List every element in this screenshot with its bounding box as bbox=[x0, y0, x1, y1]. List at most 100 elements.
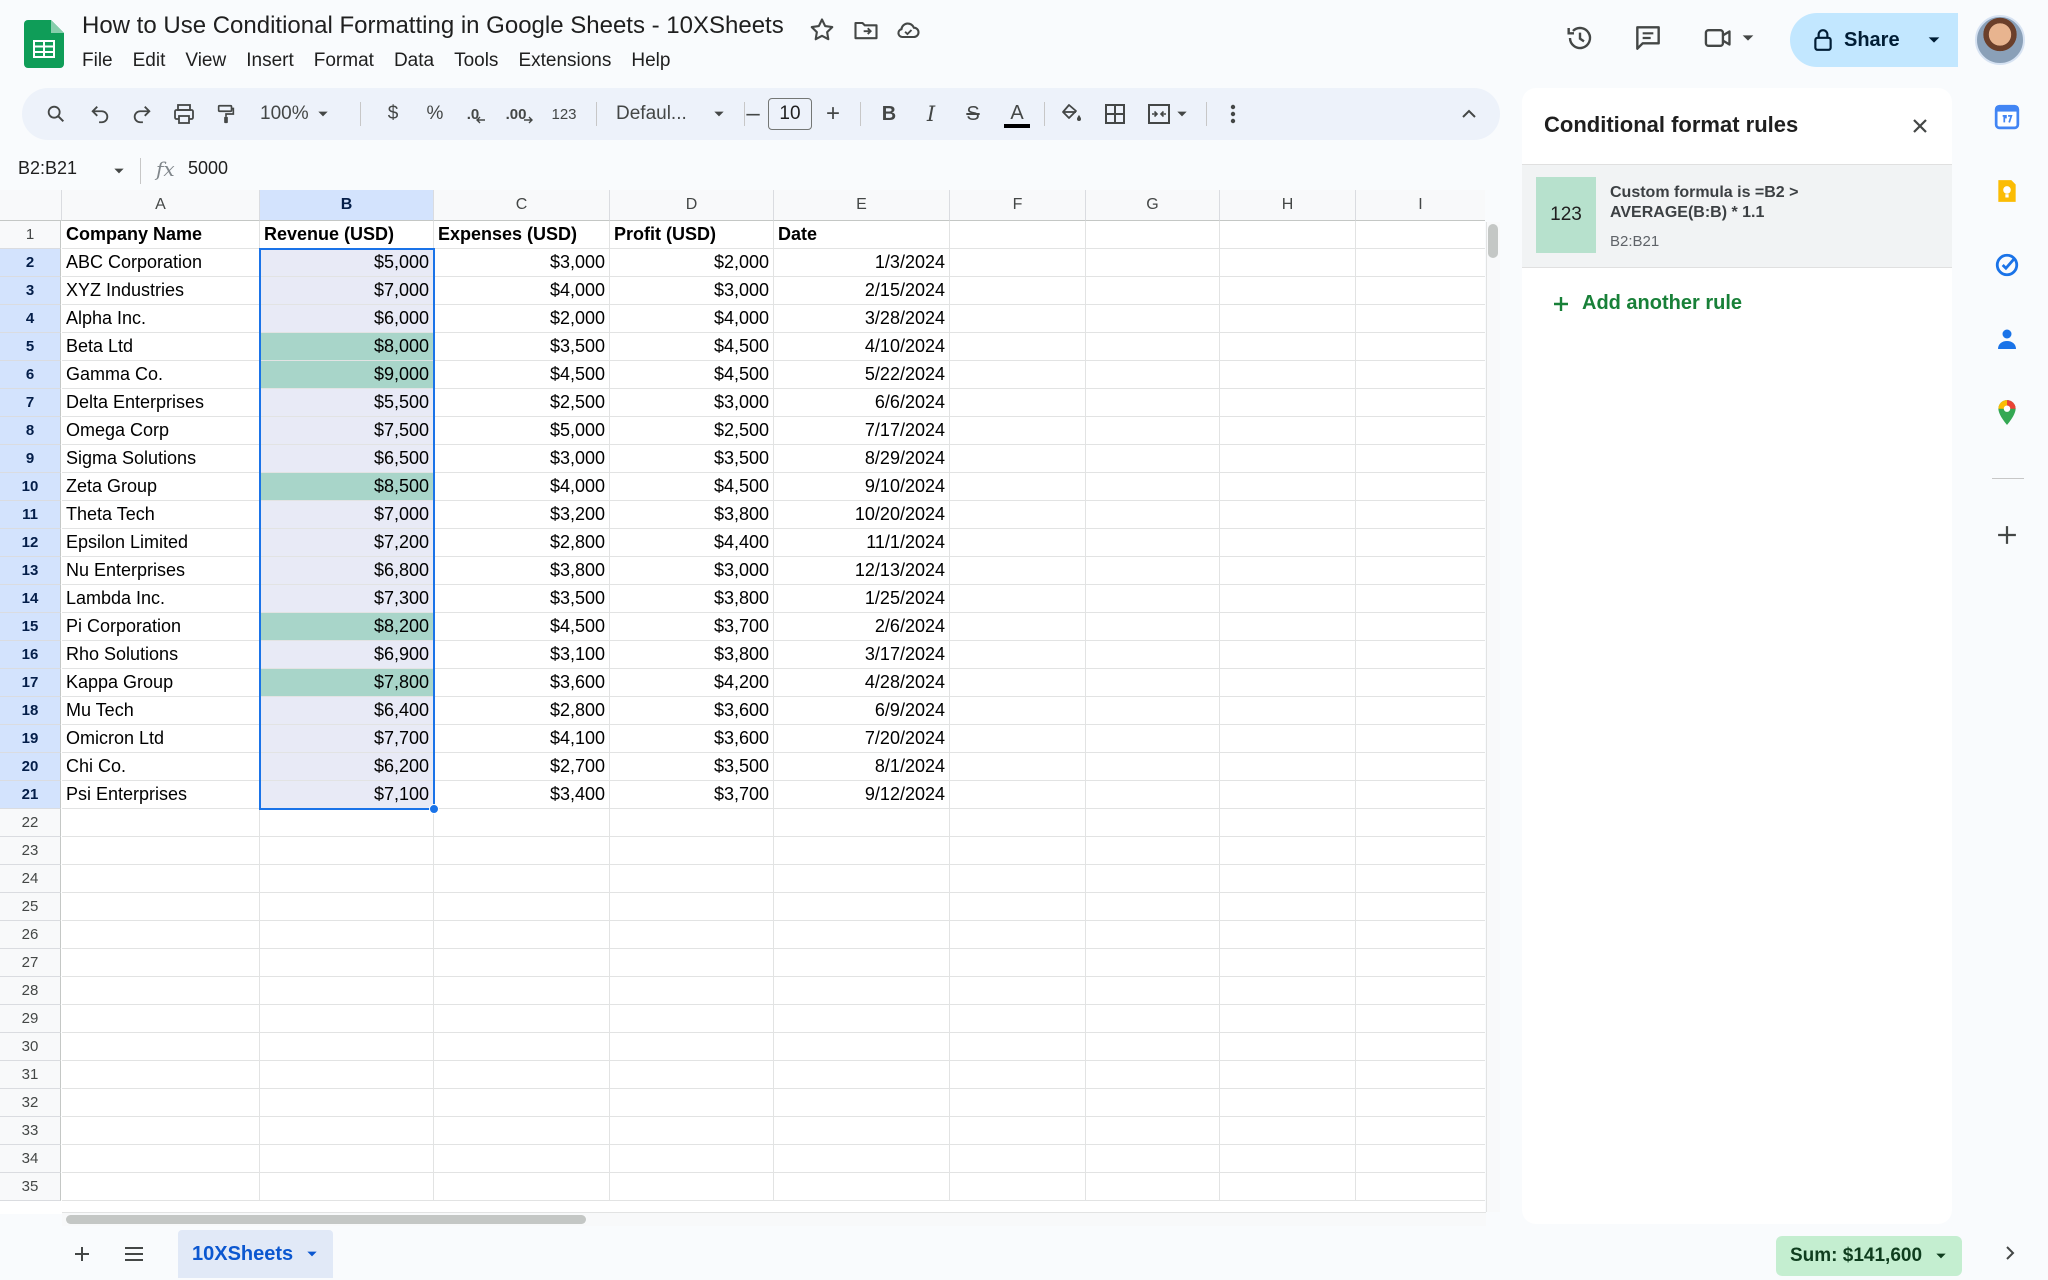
strikethrough-button[interactable]: S bbox=[958, 88, 988, 140]
row-header[interactable]: 33 bbox=[0, 1117, 61, 1145]
empty-cell[interactable] bbox=[62, 865, 260, 893]
decrease-decimal-button[interactable]: .0 bbox=[460, 88, 494, 140]
row-header[interactable]: 4 bbox=[0, 305, 61, 333]
header-cell[interactable]: Revenue (USD) bbox=[260, 221, 434, 249]
empty-cell[interactable] bbox=[950, 221, 1086, 249]
font-size-input[interactable]: 10 bbox=[768, 98, 812, 130]
calendar-app-button[interactable] bbox=[1992, 102, 2022, 132]
empty-cell[interactable] bbox=[260, 837, 434, 865]
empty-cell[interactable] bbox=[62, 1145, 260, 1173]
table-cell[interactable]: 5/22/2024 bbox=[774, 361, 950, 389]
header-cell[interactable]: Expenses (USD) bbox=[434, 221, 610, 249]
empty-cell[interactable] bbox=[434, 893, 610, 921]
table-cell[interactable]: $2,000 bbox=[610, 249, 774, 277]
empty-cell[interactable] bbox=[950, 837, 1086, 865]
sheet-tab-10xsheets[interactable]: 10XSheets bbox=[178, 1230, 334, 1278]
table-cell[interactable]: 12/13/2024 bbox=[774, 557, 950, 585]
spreadsheet-grid[interactable]: A B C D E F G H I 1 Company Name Revenue (USD) Expen… bbox=[0, 190, 1485, 1214]
empty-cell[interactable] bbox=[1356, 361, 1485, 389]
empty-cell[interactable] bbox=[1356, 1173, 1485, 1201]
table-cell[interactable]: $4,000 bbox=[434, 473, 610, 501]
add-sheet-button[interactable] bbox=[68, 1240, 96, 1268]
empty-cell[interactable] bbox=[260, 1089, 434, 1117]
empty-cell[interactable] bbox=[1356, 1117, 1485, 1145]
column-header-a[interactable]: A bbox=[62, 190, 260, 221]
empty-cell[interactable] bbox=[434, 921, 610, 949]
empty-cell[interactable] bbox=[1220, 1061, 1356, 1089]
empty-cell[interactable] bbox=[774, 837, 950, 865]
row-header[interactable]: 18 bbox=[0, 697, 61, 725]
empty-cell[interactable] bbox=[434, 809, 610, 837]
table-cell[interactable]: Psi Enterprises bbox=[62, 781, 260, 809]
empty-cell[interactable] bbox=[950, 641, 1086, 669]
hide-menus-button[interactable] bbox=[1454, 88, 1484, 140]
empty-cell[interactable] bbox=[1356, 921, 1485, 949]
empty-cell[interactable] bbox=[1220, 1089, 1356, 1117]
table-cell[interactable]: $3,000 bbox=[610, 557, 774, 585]
empty-cell[interactable] bbox=[1220, 753, 1356, 781]
row-header[interactable]: 23 bbox=[0, 837, 61, 865]
table-cell[interactable]: $8,000 bbox=[260, 333, 434, 361]
empty-cell[interactable] bbox=[62, 949, 260, 977]
empty-cell[interactable] bbox=[1220, 977, 1356, 1005]
row-header[interactable]: 34 bbox=[0, 1145, 61, 1173]
empty-cell[interactable] bbox=[1220, 389, 1356, 417]
table-cell[interactable]: $4,100 bbox=[434, 725, 610, 753]
table-cell[interactable]: $2,000 bbox=[434, 305, 610, 333]
empty-cell[interactable] bbox=[62, 809, 260, 837]
empty-cell[interactable] bbox=[610, 1061, 774, 1089]
empty-cell[interactable] bbox=[1220, 445, 1356, 473]
empty-cell[interactable] bbox=[62, 893, 260, 921]
empty-cell[interactable] bbox=[774, 893, 950, 921]
table-cell[interactable]: Gamma Co. bbox=[62, 361, 260, 389]
table-cell[interactable]: 11/1/2024 bbox=[774, 529, 950, 557]
empty-cell[interactable] bbox=[1220, 1145, 1356, 1173]
empty-cell[interactable] bbox=[610, 1173, 774, 1201]
empty-cell[interactable] bbox=[434, 1089, 610, 1117]
table-cell[interactable]: Pi Corporation bbox=[62, 613, 260, 641]
row-header[interactable]: 25 bbox=[0, 893, 61, 921]
table-cell[interactable]: $6,000 bbox=[260, 305, 434, 333]
empty-cell[interactable] bbox=[1086, 781, 1220, 809]
empty-cell[interactable] bbox=[62, 977, 260, 1005]
empty-cell[interactable] bbox=[950, 473, 1086, 501]
table-cell[interactable]: Kappa Group bbox=[62, 669, 260, 697]
empty-cell[interactable] bbox=[1086, 1005, 1220, 1033]
empty-cell[interactable] bbox=[1356, 277, 1485, 305]
zoom-select[interactable]: 100% bbox=[254, 88, 336, 140]
row-header[interactable]: 19 bbox=[0, 725, 61, 753]
empty-cell[interactable] bbox=[1086, 1145, 1220, 1173]
empty-cell[interactable] bbox=[1086, 529, 1220, 557]
empty-cell[interactable] bbox=[950, 1033, 1086, 1061]
table-cell[interactable]: $7,000 bbox=[260, 501, 434, 529]
table-cell[interactable]: 2/15/2024 bbox=[774, 277, 950, 305]
empty-cell[interactable] bbox=[434, 977, 610, 1005]
empty-cell[interactable] bbox=[950, 697, 1086, 725]
table-cell[interactable]: $6,400 bbox=[260, 697, 434, 725]
table-cell[interactable]: Sigma Solutions bbox=[62, 445, 260, 473]
header-cell[interactable]: Company Name bbox=[62, 221, 260, 249]
empty-cell[interactable] bbox=[1220, 725, 1356, 753]
row-header[interactable]: 24 bbox=[0, 865, 61, 893]
empty-cell[interactable] bbox=[260, 1145, 434, 1173]
search-menus-button[interactable] bbox=[40, 88, 72, 140]
header-cell[interactable]: Profit (USD) bbox=[610, 221, 774, 249]
column-header-b[interactable]: B bbox=[260, 190, 434, 221]
empty-cell[interactable] bbox=[62, 921, 260, 949]
table-cell[interactable]: $3,000 bbox=[610, 389, 774, 417]
table-cell[interactable]: 6/6/2024 bbox=[774, 389, 950, 417]
empty-cell[interactable] bbox=[62, 1117, 260, 1145]
empty-cell[interactable] bbox=[62, 837, 260, 865]
empty-cell[interactable] bbox=[1086, 1173, 1220, 1201]
empty-cell[interactable] bbox=[1220, 361, 1356, 389]
table-cell[interactable]: 1/25/2024 bbox=[774, 585, 950, 613]
empty-cell[interactable] bbox=[434, 1033, 610, 1061]
empty-cell[interactable] bbox=[1220, 865, 1356, 893]
empty-cell[interactable] bbox=[610, 977, 774, 1005]
empty-cell[interactable] bbox=[774, 809, 950, 837]
empty-cell[interactable] bbox=[950, 893, 1086, 921]
empty-cell[interactable] bbox=[1356, 641, 1485, 669]
table-cell[interactable]: Delta Enterprises bbox=[62, 389, 260, 417]
table-cell[interactable]: $6,800 bbox=[260, 557, 434, 585]
empty-cell[interactable] bbox=[950, 389, 1086, 417]
